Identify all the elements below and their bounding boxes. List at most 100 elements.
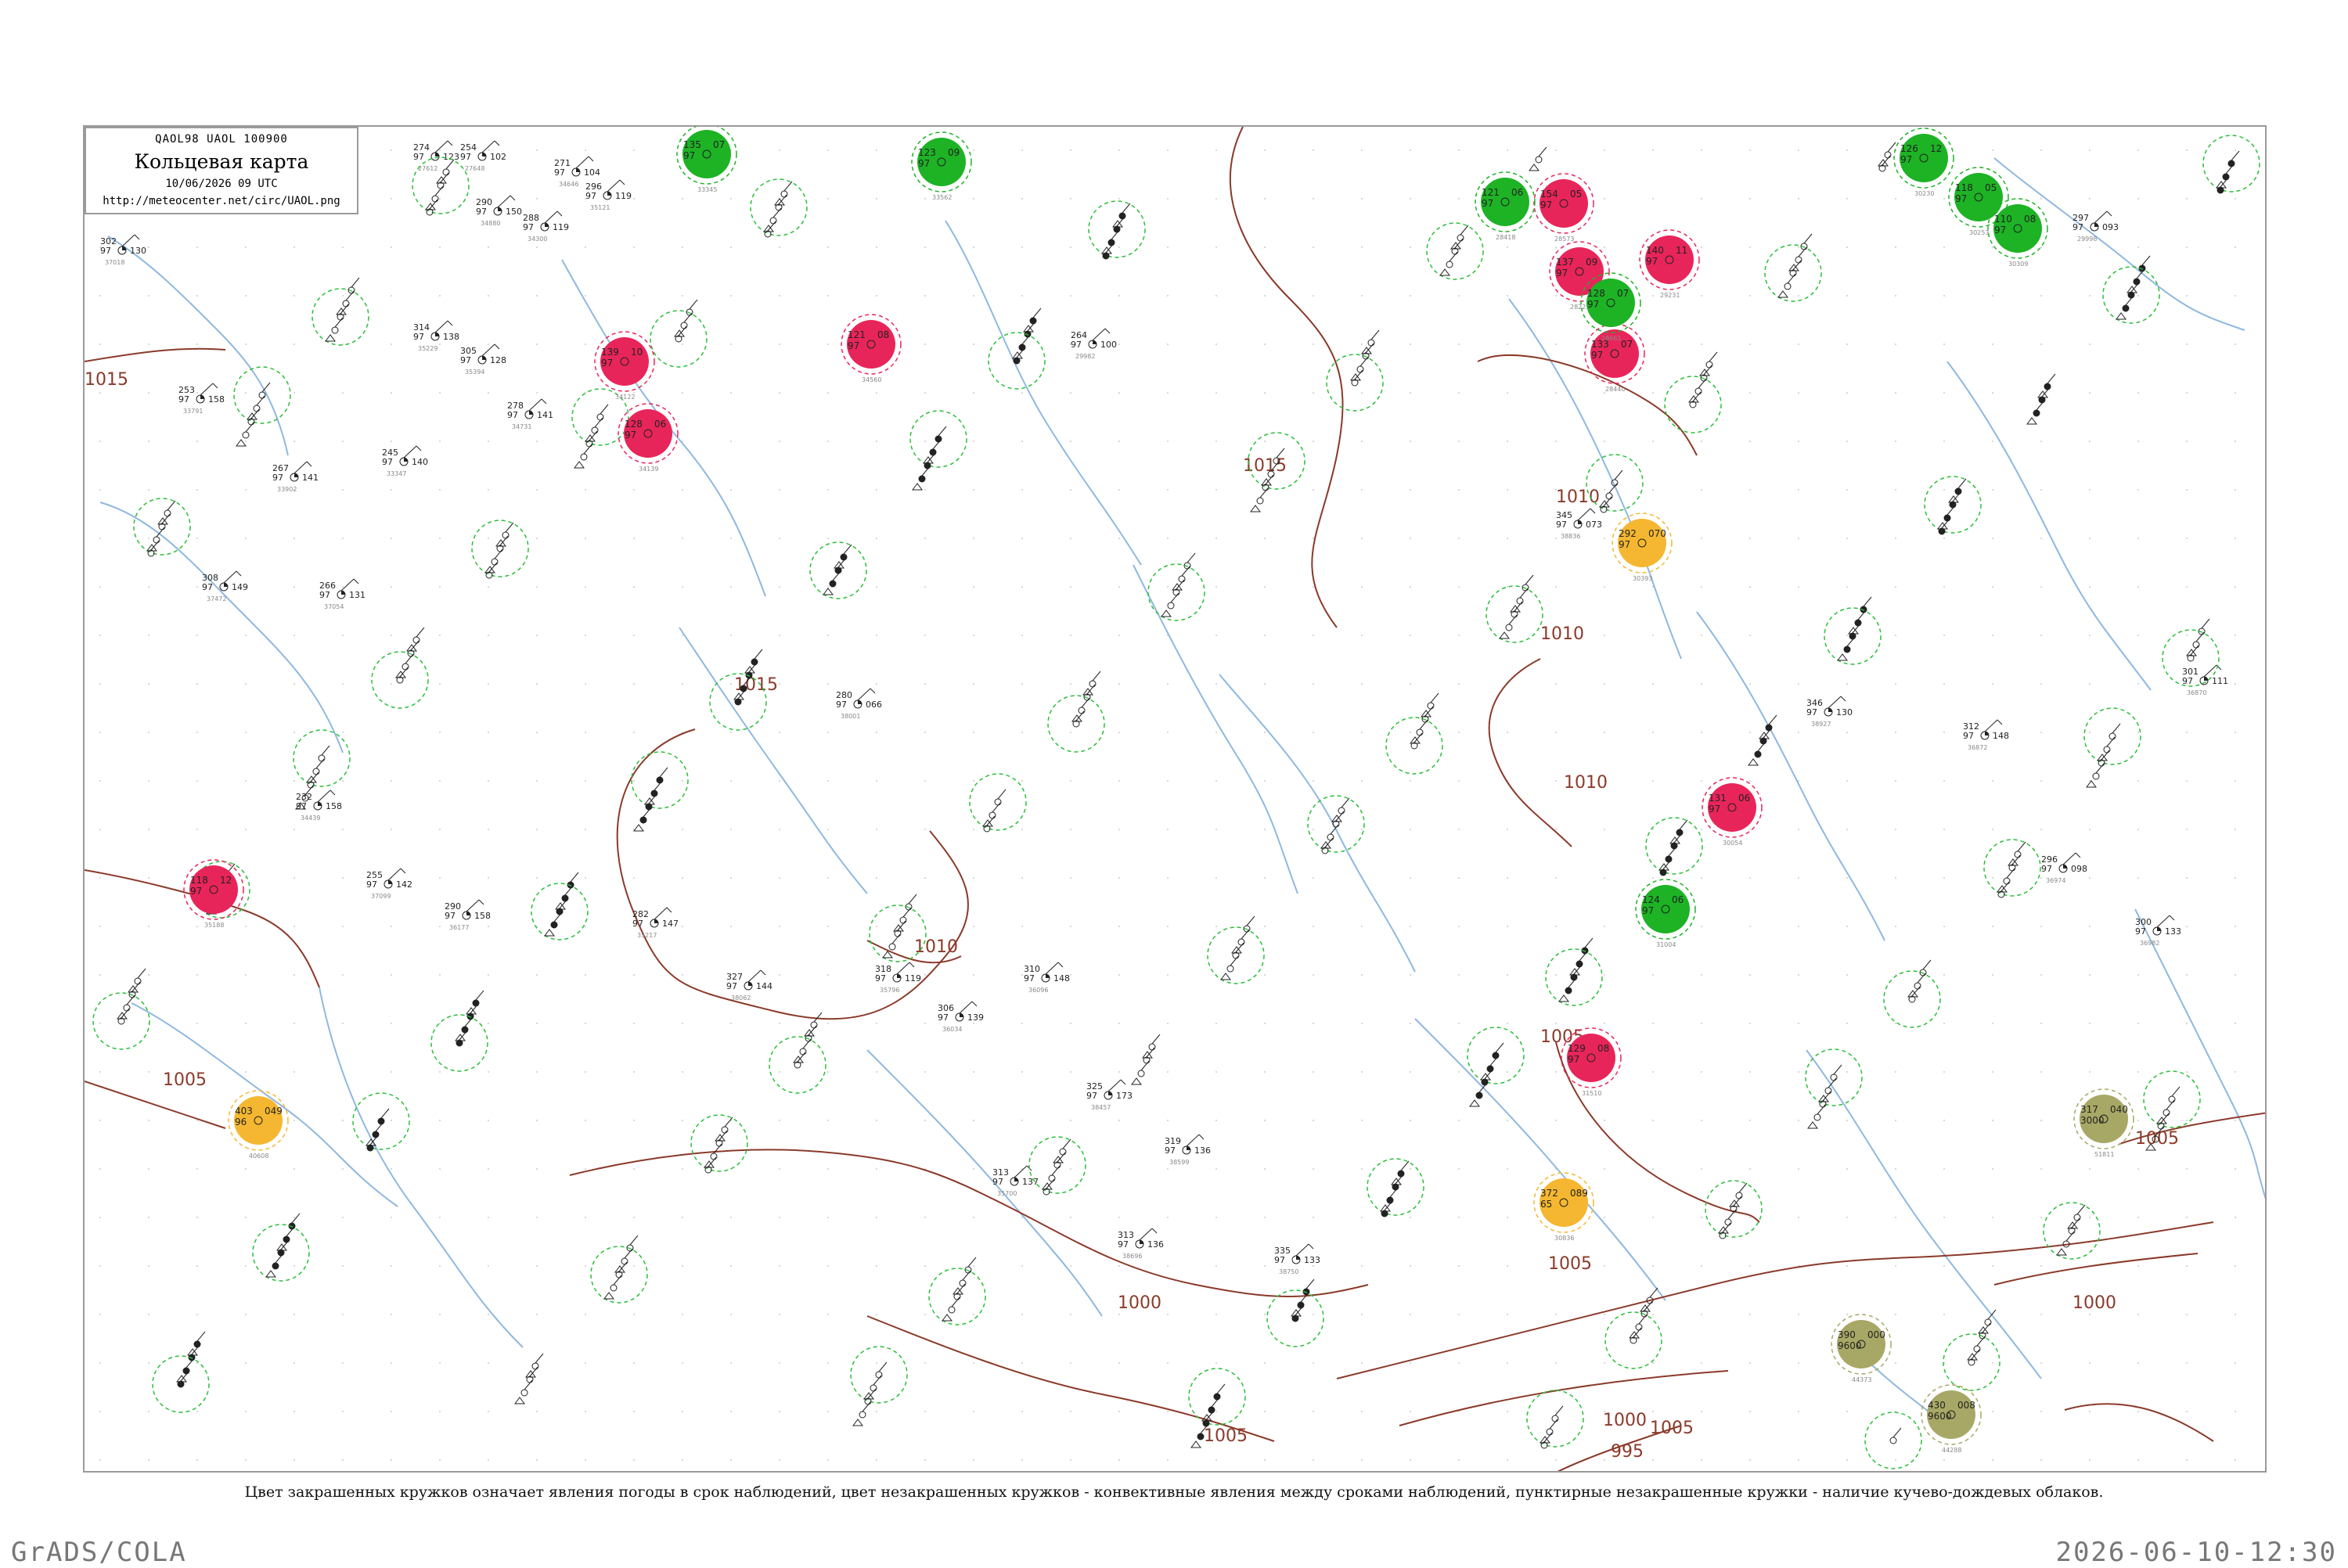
grid-dot [924, 1071, 926, 1073]
station-plot[interactable]: 29797 09329998 [2073, 210, 2119, 243]
grid-dot [827, 489, 829, 491]
grid-dot [1895, 392, 1896, 394]
station-plot[interactable]: 26797 14133902 [272, 461, 319, 493]
station-plot[interactable]: 34597 07338836 [1556, 508, 1602, 540]
thunderstorm-station[interactable]: 154970528573 [1533, 173, 1594, 243]
station-index: 36982 [2140, 940, 2159, 947]
dust-station[interactable]: 317300004051811 [2073, 1088, 2134, 1158]
thunderstorm-station[interactable]: 121970834560 [841, 314, 902, 383]
rain-station[interactable]: 124970631004 [1635, 879, 1696, 948]
cloud-cover-icon [1492, 1052, 1500, 1059]
station-plot[interactable]: 29097 15034880 [476, 195, 522, 227]
rain-station[interactable]: 126971230230 [1893, 128, 1954, 197]
station-plot[interactable]: 25597 14237099 [366, 868, 412, 900]
pressure-value: 131 [1709, 793, 1727, 804]
isobar-label: 1005 [1650, 1419, 1694, 1438]
station-plot[interactable]: 31397 13638696 [1118, 1228, 1164, 1260]
haze-station[interactable]: 3726508930836 [1533, 1172, 1594, 1242]
grid-dot [2040, 683, 2042, 685]
grid-dot [536, 198, 538, 200]
rain-station[interactable]: 135970733345 [676, 127, 737, 193]
cloud-cover-icon [312, 768, 320, 775]
grid-dot [439, 926, 441, 927]
grid-dot [1943, 1459, 1945, 1461]
grid-dot [1118, 974, 1120, 976]
station-plot[interactable]: 32797 14438062 [726, 969, 772, 1002]
rain-station[interactable]: 123970933562 [911, 131, 972, 201]
station-plot[interactable]: 31397 13735700 [992, 1165, 1039, 1197]
grid-dot [827, 1362, 829, 1364]
station-plot[interactable]: 31297 14836872 [1963, 719, 2009, 751]
cloud-cover-icon [1784, 282, 1792, 290]
station-plot[interactable]: 30697 13936034 [938, 1001, 984, 1033]
grid-dot [1701, 635, 1702, 636]
haze-station[interactable]: 4039604940608 [228, 1090, 289, 1160]
cumulonimbus-ring [1664, 376, 1722, 433]
station-plot[interactable]: 27897 14134731 [507, 398, 553, 430]
wind-feather-icon [306, 461, 312, 467]
grid-dot [1313, 1217, 1314, 1218]
cloud-cover-icon [1148, 1043, 1156, 1051]
grid-dot [827, 1217, 829, 1218]
grid-dot [536, 635, 538, 636]
station-plot[interactable]: 31997 13638599 [1165, 1134, 1211, 1166]
grid-dot [391, 198, 392, 200]
station-plot[interactable]: 29697 11935121 [585, 179, 632, 211]
grid-dot [924, 246, 926, 248]
grid-dot [1167, 149, 1169, 151]
wind-barb-icon [570, 872, 579, 883]
thunderstorm-station[interactable]: 128970634139 [618, 403, 679, 473]
dust-station[interactable]: 430960000844288 [1921, 1384, 1982, 1454]
grid-dot [1846, 732, 1848, 733]
grid-dot [1846, 780, 1848, 782]
station-plot[interactable]: 33597 13338750 [1274, 1243, 1320, 1275]
grid-dot [1604, 1120, 1605, 1121]
station-plot[interactable]: 31097 14836096 [1024, 962, 1070, 994]
thunderstorm-station[interactable]: 118971235188 [183, 859, 244, 929]
station-symbol [1082, 671, 1101, 696]
isobars [85, 127, 2265, 1471]
station-plot[interactable]: 29097 15836177 [445, 899, 491, 931]
station-plot[interactable]: 30297 13037018 [100, 234, 146, 266]
cloud-cover-icon [2044, 383, 2051, 390]
station-plot[interactable]: 25497 10227648 [460, 140, 506, 172]
map-url[interactable]: http://meteocenter.net/circ/UAOL.png [86, 195, 357, 207]
station-plot[interactable]: 26697 13137054 [319, 578, 366, 610]
station-plot[interactable]: 28897 11934300 [523, 210, 569, 243]
grid-dot [2137, 1362, 2139, 1364]
station-plot[interactable]: 30597 12835394 [460, 343, 506, 376]
grid-dot [1410, 1120, 1411, 1121]
station-plot[interactable]: 30097 13336982 [2135, 915, 2181, 947]
station-plot[interactable]: 24597 14033347 [382, 445, 428, 477]
station-plot[interactable]: 28097 06638001 [836, 688, 882, 720]
rain-station[interactable]: 121970628418 [1475, 171, 1536, 241]
station-plot[interactable]: 28297 14735217 [632, 907, 679, 939]
station-plot[interactable]: 34697 13038927 [1806, 696, 1853, 728]
station-index: 31510 [1582, 1090, 1601, 1097]
grid-dot [1070, 1265, 1071, 1267]
haze-station[interactable]: 2929707030393 [1612, 512, 1673, 582]
grid-dot [2186, 1071, 2188, 1073]
station-plot[interactable]: 26497 10029982 [1071, 328, 1117, 360]
cloud-cover-icon [531, 1362, 539, 1370]
cloud-cover-icon [182, 1367, 190, 1375]
grid-dot [1215, 1411, 1217, 1412]
station-plot[interactable]: 29697 09836974 [2041, 852, 2087, 884]
station-plot[interactable]: 27497 12327612 [413, 140, 459, 172]
synoptic-map[interactable]: 1015 1015 1015 1010 1010 1010 1010 1005 1005 1005… [83, 125, 2267, 1473]
station-plot[interactable]: 30197 11136870 [2182, 664, 2228, 696]
grid-dot [2040, 974, 2042, 976]
grid-dot [1749, 1071, 1751, 1073]
station-plot[interactable]: 32597 17338457 [1086, 1079, 1133, 1111]
station-plot[interactable]: 25397 15833791 [178, 383, 225, 415]
thunderstorm-station[interactable]: 140971129231 [1639, 229, 1700, 299]
isobar-label: 995 [1611, 1442, 1644, 1462]
thunderstorm-station[interactable]: 131970630054 [1702, 777, 1763, 847]
thunderstorm-station[interactable]: 139971034122 [594, 331, 655, 401]
grid-dot [1410, 974, 1411, 976]
station-plot[interactable]: 31497 13835229 [413, 320, 459, 352]
station-plots: 27497 1232761225497 1022764828897 119343002… [92, 135, 2260, 1469]
wind-barb-icon [505, 522, 514, 533]
station-plot[interactable]: 30897 14937472 [202, 570, 248, 602]
grid-dot [633, 246, 635, 248]
